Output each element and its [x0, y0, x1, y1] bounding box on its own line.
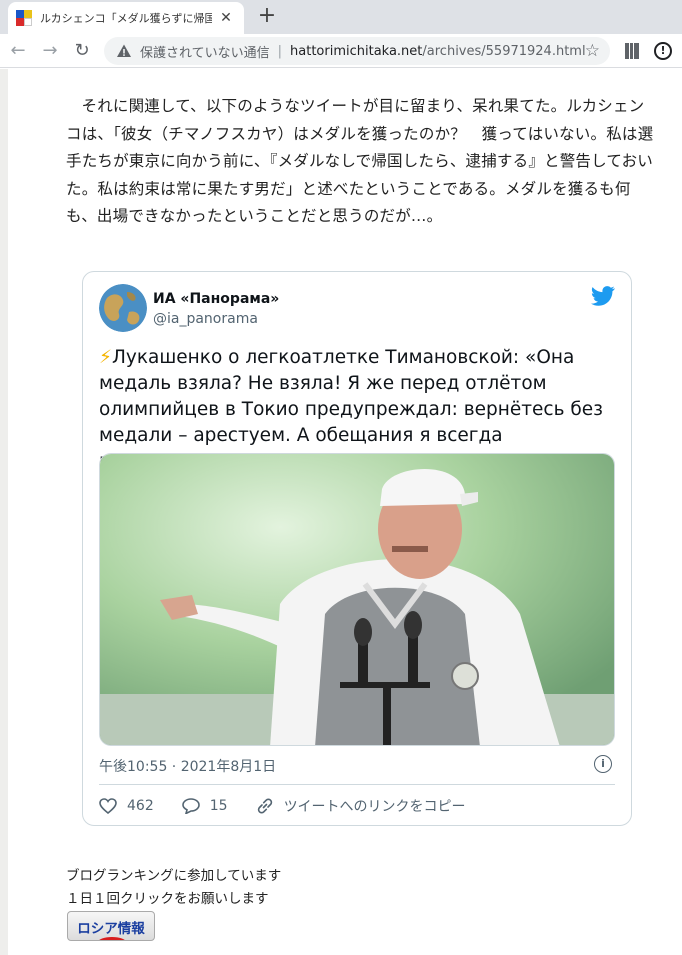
reply-button[interactable]: 15: [181, 798, 228, 814]
link-icon: [257, 798, 272, 814]
browser-toolbar: ← → ↻ 保護されていない通信 | hattorimichitaka.net /…: [0, 34, 682, 68]
heart-icon: [99, 798, 117, 814]
tab-title: ルカシェンコ「メダル獲らずに帰国した選手は逮捕」: [40, 12, 212, 25]
extension-icon[interactable]: [625, 42, 639, 60]
twitter-bird-icon[interactable]: [591, 286, 615, 306]
tweet-author-name[interactable]: ИА «Панорама»: [153, 291, 279, 307]
tab-strip: ルカシェンコ「メダル獲らずに帰国した選手は逮捕」 ✕ +: [0, 0, 682, 34]
banner-red-dot-icon: [98, 937, 126, 940]
lightning-icon: ⚡: [99, 347, 112, 368]
forward-arrow-icon[interactable]: →: [38, 39, 62, 63]
tweet-divider: [99, 784, 615, 785]
info-icon[interactable]: i: [594, 755, 612, 773]
plus-icon[interactable]: +: [256, 4, 278, 28]
reply-bubble-icon: [181, 798, 200, 814]
browser-tab[interactable]: ルカシェンコ「メダル獲らずに帰国した選手は逮捕」 ✕: [8, 2, 244, 34]
ranking-banner-button[interactable]: ロシア情報: [67, 911, 155, 941]
url-path: /archives/55971924.html: [422, 43, 586, 59]
security-label: 保護されていない通信: [140, 45, 270, 61]
warning-icon[interactable]: [116, 43, 132, 59]
url-host: hattorimichitaka.net: [290, 43, 423, 59]
copy-link-button[interactable]: ツイートへのリンクをコピー: [256, 796, 466, 816]
tweet-actions: 462 15 ツイートへのリンクをコピー: [99, 795, 494, 817]
left-sidebar-edge: [0, 69, 8, 955]
embedded-tweet[interactable]: ИА «Панорама» @ia_panorama ⚡Лукашенко о …: [82, 271, 632, 826]
article-body: それに関連して、以下のようなツイートが目に留まり、呆れ果てた。ルカシェンコは、「…: [66, 93, 656, 231]
like-button[interactable]: 462: [99, 798, 154, 814]
address-separator: |: [277, 43, 283, 59]
tweet-timestamp[interactable]: 午後10:55 · 2021年8月1日: [99, 756, 276, 776]
back-arrow-icon[interactable]: ←: [6, 39, 30, 63]
banner-label: ロシア情報: [77, 921, 145, 937]
reload-icon[interactable]: ↻: [70, 39, 94, 63]
close-icon[interactable]: ✕: [218, 10, 234, 26]
copy-link-label: ツイートへのリンクをコピー: [283, 799, 466, 815]
site-favicon-icon: [16, 10, 32, 26]
extension-info-icon[interactable]: !: [654, 42, 672, 60]
like-count: 462: [127, 798, 154, 814]
tweet-author-handle[interactable]: @ia_panorama: [153, 311, 258, 327]
ranking-line-1: ブログランキングに参加しています: [66, 868, 282, 884]
tweet-photo[interactable]: [99, 453, 615, 746]
avatar[interactable]: [99, 284, 147, 332]
bookmark-star-icon[interactable]: ☆: [585, 41, 600, 61]
article-paragraph: それに関連して、以下のようなツイートが目に留まり、呆れ果てた。ルカシェンコは、「…: [66, 97, 654, 226]
address-bar[interactable]: 保護されていない通信 | hattorimichitaka.net/archiv…: [104, 37, 610, 65]
reply-count: 15: [209, 798, 228, 814]
ranking-line-2: １日１回クリックをお願いします: [66, 891, 269, 907]
